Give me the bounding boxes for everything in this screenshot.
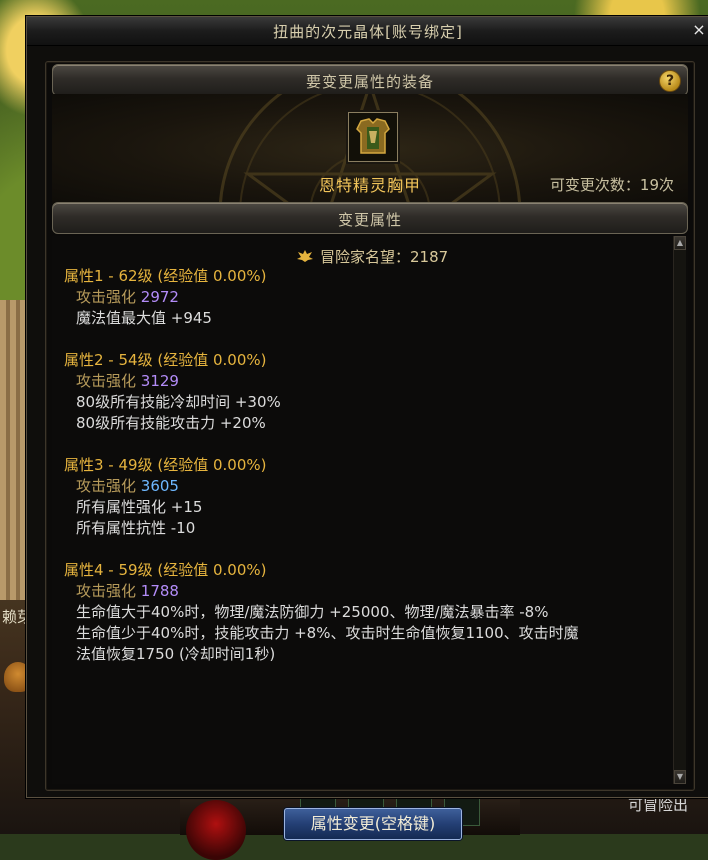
help-icon[interactable]: ? bbox=[659, 70, 681, 92]
attribute-line: 魔法值最大值 +945 bbox=[76, 309, 212, 327]
attack-value: 3605 bbox=[140, 477, 179, 495]
attack-value: 1788 bbox=[140, 582, 179, 600]
attribute-line: 生命值大于40%时，物理/魔法防御力 +25000、物理/魔法暴击率 -8% bbox=[76, 603, 549, 621]
change-attribute-button[interactable]: 属性变更(空格键) bbox=[284, 808, 462, 840]
attribute-heading: 属性2 - 54级 (经验值 0.00%) bbox=[64, 351, 267, 369]
attack-value: 3129 bbox=[140, 372, 179, 390]
fame-icon bbox=[297, 250, 313, 262]
attack-line: 攻击强化 1788 bbox=[64, 581, 579, 602]
attribute-heading: 属性1 - 62级 (经验值 0.00%) bbox=[64, 267, 267, 285]
attribute-block-2: 属性2 - 54级 (经验值 0.00%) 攻击强化 3129 80级所有技能冷… bbox=[64, 350, 281, 434]
attribute-line: 法值恢复1750 (冷却时间1秒) bbox=[76, 645, 276, 663]
attack-label: 攻击强化 bbox=[76, 288, 137, 306]
scroll-down-arrow-icon[interactable]: ▼ bbox=[674, 770, 686, 784]
equipment-slot[interactable] bbox=[348, 112, 398, 162]
attribute-line: 生命值少于40%时，技能攻击力 +8%、攻击时生命值恢复1100、攻击时魔 bbox=[76, 624, 579, 642]
attribute-line: 所有属性强化 +15 bbox=[76, 498, 203, 516]
equip-section-header: 要变更属性的装备 ? bbox=[52, 64, 688, 96]
window-title: 扭曲的次元晶体[账号绑定] bbox=[273, 23, 463, 41]
attack-label: 攻击强化 bbox=[76, 372, 137, 390]
scrollbar[interactable]: ▲ ▼ bbox=[673, 236, 686, 784]
dimension-crystal-window: 扭曲的次元晶体[账号绑定] × 要变更属性的装备 ? 恩特精灵胸甲 可变更次数：… bbox=[26, 16, 708, 798]
attr-section-title: 变更属性 bbox=[337, 211, 402, 229]
attr-section-header: 变更属性 bbox=[52, 202, 688, 234]
attribute-block-1: 属性1 - 62级 (经验值 0.00%) 攻击强化 2972 魔法值最大值 +… bbox=[64, 266, 266, 329]
attack-label: 攻击强化 bbox=[76, 477, 137, 495]
attribute-heading: 属性4 - 59级 (经验值 0.00%) bbox=[64, 561, 267, 579]
equip-section-title: 要变更属性的装备 bbox=[305, 73, 434, 91]
chest-armor-icon bbox=[356, 118, 390, 154]
fame-text: 冒险家名望：2187 bbox=[320, 248, 449, 266]
attribute-line: 所有属性抗性 -10 bbox=[76, 519, 196, 537]
attack-line: 攻击强化 3129 bbox=[64, 371, 281, 392]
window-content: 要变更属性的装备 ? 恩特精灵胸甲 可变更次数：19次 变更属性 冒险家名望：2… bbox=[45, 61, 695, 791]
attack-label: 攻击强化 bbox=[76, 582, 137, 600]
attribute-list[interactable]: 冒险家名望：2187 属性1 - 62级 (经验值 0.00%) 攻击强化 29… bbox=[52, 236, 688, 784]
scroll-up-arrow-icon[interactable]: ▲ bbox=[674, 236, 686, 250]
attribute-line: 80级所有技能攻击力 +20% bbox=[76, 414, 266, 432]
attack-line: 攻击强化 2972 bbox=[64, 287, 266, 308]
adventurer-fame: 冒险家名望：2187 bbox=[296, 246, 448, 267]
attack-line: 攻击强化 3605 bbox=[64, 476, 266, 497]
hp-orb bbox=[186, 800, 246, 860]
attribute-line: 80级所有技能冷却时间 +30% bbox=[76, 393, 281, 411]
attack-value: 2972 bbox=[140, 288, 179, 306]
attribute-block-3: 属性3 - 49级 (经验值 0.00%) 攻击强化 3605 所有属性强化 +… bbox=[64, 455, 266, 539]
change-count: 可变更次数：19次 bbox=[549, 176, 674, 194]
attribute-heading: 属性3 - 49级 (经验值 0.00%) bbox=[64, 456, 267, 474]
attribute-block-4: 属性4 - 59级 (经验值 0.00%) 攻击强化 1788 生命值大于40%… bbox=[64, 560, 579, 665]
equipment-display: 恩特精灵胸甲 可变更次数：19次 bbox=[52, 94, 688, 204]
close-button[interactable]: × bbox=[691, 20, 707, 40]
window-titlebar[interactable]: 扭曲的次元晶体[账号绑定] × bbox=[27, 17, 708, 46]
